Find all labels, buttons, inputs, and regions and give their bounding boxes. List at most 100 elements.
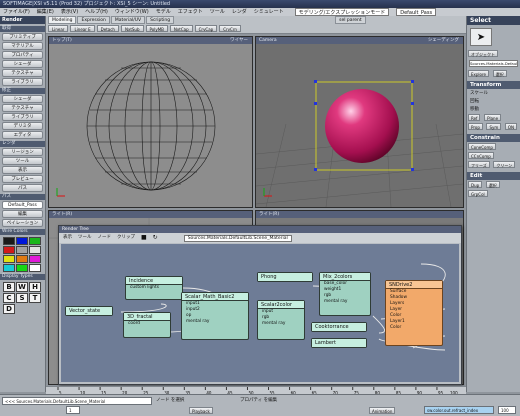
timeline[interactable]: 5 10 15 20 25 30 35 40 45 50 55 60 65 70 75 80 85 90 95 100 [46,386,466,396]
node-incidence[interactable]: Incidence custom lights [125,276,183,300]
lock-icon[interactable]: ■ [141,233,147,243]
menu-item[interactable]: ファイル(F) [3,8,30,16]
conecomp-button[interactable]: ConeComp [468,143,496,150]
detach-button[interactable]: Detach [96,25,119,32]
current-frame-field[interactable]: 1 [66,406,80,414]
wire-color-swatch[interactable] [29,246,41,254]
tab-material-uv[interactable]: Material/UV [110,16,146,24]
viewport-title[interactable]: ライト(R) [259,212,279,217]
selection-path-field[interactable]: <<< Sources.Materials.DefaultLib.Scene_M… [2,397,152,405]
sources-field[interactable]: Sources.Materials.DefaultLib [469,60,518,67]
node-phong[interactable]: Phong [257,272,313,282]
animation-button[interactable]: Animation [369,407,396,414]
pass-operation-button[interactable]: ペイレーション [2,219,43,227]
prop-button[interactable]: Prop [468,123,483,130]
ref-button[interactable]: Ref [468,114,481,121]
mode-dropdown[interactable]: モデリング/エクスプレッションモード [294,8,390,16]
parameter-field[interactable]: sw.color.out.refract_index [424,406,494,414]
node-cooktorrance[interactable]: Cooktorrance [311,322,367,332]
wire-color-swatch[interactable] [29,255,41,263]
render-tree-window[interactable]: Render Tree 表示 ツール ノード クリップ ■ ↻ Sources.… [58,225,462,385]
primitive-button[interactable]: プリミティブ [2,33,43,41]
menu-item[interactable]: 表示(V) [61,8,78,16]
pass-dropdown[interactable]: Default_Pass [396,8,437,16]
node-vector-state[interactable]: Vector_state [65,306,113,316]
render-tree-menu-view[interactable]: 表示 [63,233,72,243]
nxtcap-button[interactable]: NxtCap [169,25,193,32]
node-lambert[interactable]: Lambert [311,338,367,348]
menu-item[interactable]: レンダ [232,8,247,16]
select-arrow-icon[interactable]: ➤ [470,28,492,46]
shader-button[interactable]: シェーダ [2,60,43,68]
object-select-button[interactable]: オブジェクト [468,50,498,57]
wire-color-swatch[interactable] [16,255,28,263]
clean-button[interactable]: クリーン [493,161,516,168]
delimiter-button[interactable]: デリミタ [2,122,43,130]
modify-library-button[interactable]: ライブラリ [2,113,43,121]
node-sndrive2[interactable]: SNDrive2 Surface Shadow Layers Layer Col… [385,280,443,346]
wire-color-swatch[interactable] [16,237,28,245]
preview-button[interactable]: プレビュー [2,175,43,183]
texture-button[interactable]: テクスチャ [2,69,43,77]
render-display-button[interactable]: 表示 [2,166,43,174]
menu-item[interactable]: ヘルプ(H) [85,8,108,16]
refresh-icon[interactable]: ↻ [153,233,158,243]
wire-color-swatch[interactable] [3,246,15,254]
viewport-display-mode[interactable]: ワイヤー [230,37,248,44]
material-path-field[interactable]: Sources.Materials.DefaultLib.Scene_Mater… [183,234,292,242]
edit-pass-button[interactable]: 編集 [2,210,43,218]
viewport-top-left[interactable]: トップ(T) ワイヤー [48,36,253,208]
render-tools-button[interactable]: ツール [2,157,43,165]
display-type-t-button[interactable]: T [29,293,41,303]
dup-button[interactable]: Dup [468,181,483,188]
modify-texture-button[interactable]: テクスチャ [2,104,43,112]
wire-color-swatch[interactable] [3,237,15,245]
viewport-display-mode[interactable]: シェーディング [428,37,459,44]
render-tree-menu-clip[interactable]: クリップ [117,233,135,243]
property-button[interactable]: プロパティ [2,51,43,59]
node-scalar2color[interactable]: Scalar2color input rgb mental ray [257,300,305,340]
polymb-button[interactable]: PolyMB [145,25,168,32]
pass-button[interactable]: パス [2,184,43,192]
crvcrn-button[interactable]: CrvCrn [219,25,241,32]
node-3d-fractal[interactable]: 3D_fractal coord [123,312,171,338]
explore-button[interactable]: Explore [468,70,490,77]
sel-parent-button[interactable]: sel parent [335,16,366,24]
material-button[interactable]: マテリアル [2,42,43,50]
freeze-button[interactable]: フリーズ [468,161,490,168]
wire-color-swatch[interactable] [3,264,15,272]
display-type-c-button[interactable]: C [3,293,15,303]
wire-color-swatch[interactable] [29,237,41,245]
snap-button[interactable]: ON [504,123,518,130]
viewport-title[interactable]: Camera [259,38,277,43]
display-type-h-button[interactable]: H [29,282,41,292]
editor-button[interactable]: エディタ [2,131,43,139]
edit-select-button[interactable]: 選択 [485,181,500,188]
menu-item[interactable]: シミュレート [254,8,284,16]
node-mix-2colors[interactable]: Mix_2colors base_color weight1 rgb menta… [319,272,371,316]
node-scalar-math-basic[interactable]: Scalar_Math_Basic2 input1 input2 op ment… [181,292,249,340]
end-frame-field[interactable]: 100 [498,406,516,414]
current-pass-field[interactable]: Default_Pass [2,201,43,209]
wire-color-swatch[interactable] [3,255,15,263]
render-tree-menu-tools[interactable]: ツール [78,233,92,243]
linear-e-button[interactable]: Linear E [70,25,95,32]
viewport-top-right[interactable]: Camera シェーディング [255,36,464,208]
tab-modeling[interactable]: Modeling [48,16,77,24]
node-graph[interactable]: Incidence custom lights Vector_state 3D_… [61,244,459,382]
display-type-w-button[interactable]: W [16,282,28,292]
tab-scripting[interactable]: Scripting [146,16,175,24]
sym-button[interactable]: Sym [486,123,502,130]
menu-item[interactable]: モデル [156,8,171,16]
plane-button[interactable]: Plane [484,114,502,121]
modify-shader-button[interactable]: シェーダ [2,95,43,103]
toolbar-mode-dropdown[interactable]: Render [0,16,45,24]
nxtsub-button[interactable]: NxtSub [120,25,144,32]
select-button[interactable]: 選択 [492,70,507,77]
wire-color-swatch[interactable] [16,264,28,272]
wire-color-swatch[interactable] [29,264,41,272]
display-type-s-button[interactable]: S [16,293,28,303]
display-type-d-button[interactable]: D [3,304,15,314]
region-button[interactable]: リージョン [2,148,43,156]
library-button[interactable]: ライブラリ [2,78,43,86]
